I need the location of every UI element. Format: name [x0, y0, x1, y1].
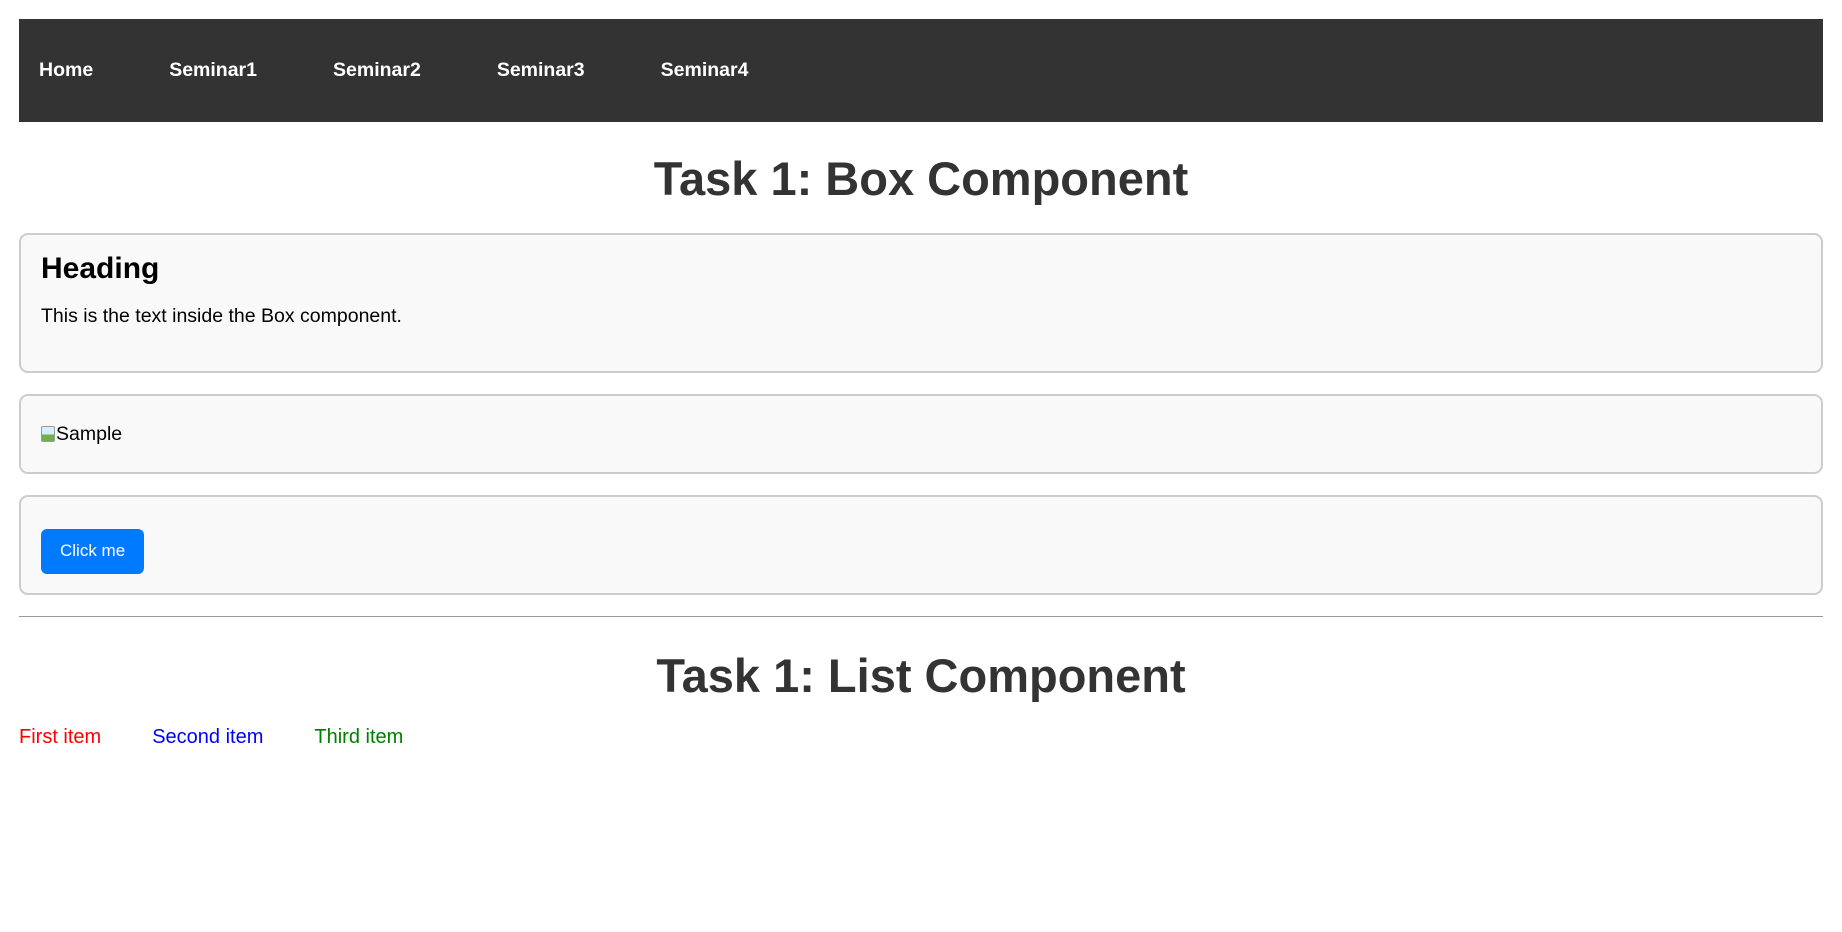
nav-link-seminar2[interactable]: Seminar2: [333, 59, 421, 82]
image-alt-text: Sample: [56, 422, 123, 445]
list-item-first: First item: [19, 725, 102, 748]
top-navbar: Home Seminar1 Seminar2 Seminar3 Seminar4: [19, 19, 1823, 122]
nav-link-seminar4[interactable]: Seminar4: [661, 59, 749, 82]
text-box: Heading This is the text inside the Box …: [19, 233, 1823, 374]
list-item-second: Second item: [152, 725, 264, 748]
page: Home Seminar1 Seminar2 Seminar3 Seminar4…: [0, 0, 1842, 749]
list-item-third: Third item: [314, 725, 404, 748]
box-component-title: Task 1: Box Component: [653, 152, 1189, 205]
click-me-button[interactable]: Click me: [41, 528, 145, 574]
sample-image: Sample: [41, 422, 123, 445]
broken-image-icon: [41, 426, 55, 443]
box-heading: Heading: [41, 252, 160, 286]
nav-link-seminar3[interactable]: Seminar3: [497, 59, 585, 82]
list-component-title: Task 1: List Component: [656, 649, 1186, 703]
image-box: Sample: [19, 394, 1823, 475]
section-divider: [19, 616, 1823, 618]
item-list: First item Second item Third item: [19, 725, 1823, 749]
nav-link-seminar1[interactable]: Seminar1: [169, 59, 257, 82]
nav-link-home[interactable]: Home: [39, 59, 93, 82]
button-box: Click me: [19, 495, 1823, 596]
box-text: This is the text inside the Box componen…: [41, 305, 402, 328]
